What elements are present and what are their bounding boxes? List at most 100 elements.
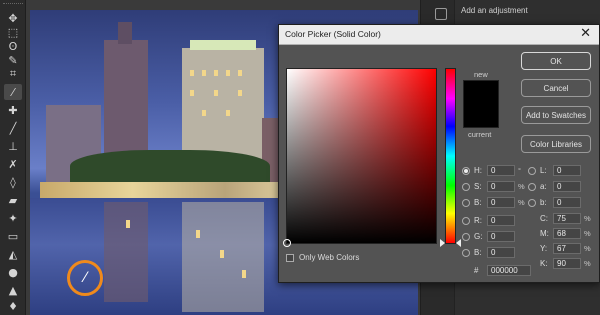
hue-slider-left-arrow-icon[interactable] bbox=[440, 239, 445, 247]
blur-tool-icon[interactable]: ✦ bbox=[4, 210, 22, 226]
a-channel-label: a: bbox=[540, 182, 547, 191]
cyan-spacer bbox=[528, 215, 536, 223]
color-marker[interactable] bbox=[283, 239, 291, 247]
only-web-colors-option[interactable]: Only Web Colors bbox=[286, 253, 359, 262]
hue-label: H: bbox=[474, 166, 482, 175]
yellow-label: Y: bbox=[540, 244, 548, 253]
crop-tool-icon[interactable]: ⌗ bbox=[4, 66, 22, 82]
clone-stamp-tool-icon[interactable]: ⊥ bbox=[4, 138, 22, 154]
saturation-radio[interactable] bbox=[462, 182, 470, 191]
brightness-label: B: bbox=[474, 198, 482, 207]
path-select-tool-icon[interactable]: ▲ bbox=[4, 282, 22, 298]
eyedropper-tool-icon[interactable]: ⁄ bbox=[4, 84, 22, 100]
blue-row: B: 0 bbox=[462, 247, 515, 258]
red-field[interactable]: 0 bbox=[487, 215, 515, 226]
reflection-light bbox=[242, 270, 246, 278]
gradient-tool-icon[interactable]: ▰ bbox=[4, 192, 22, 208]
lit-window bbox=[202, 70, 206, 76]
tower-spire bbox=[118, 22, 132, 44]
brightness-radio[interactable] bbox=[462, 198, 470, 207]
type-tool-icon[interactable]: ● bbox=[4, 264, 22, 280]
black-label: K: bbox=[540, 259, 548, 268]
current-color-label: current bbox=[468, 130, 492, 139]
saturation-row: S: 0 % bbox=[462, 181, 525, 192]
black-unit: % bbox=[584, 259, 591, 268]
lit-window bbox=[214, 70, 218, 76]
red-row: R: 0 bbox=[462, 215, 515, 226]
lit-window bbox=[238, 90, 242, 96]
green-label: G: bbox=[474, 232, 483, 241]
saturation-field[interactable]: 0 bbox=[487, 181, 515, 192]
b-channel-label: b: bbox=[540, 198, 547, 207]
b-channel-field[interactable]: 0 bbox=[553, 197, 581, 208]
lit-window bbox=[214, 90, 218, 96]
lit-window bbox=[190, 90, 194, 96]
add-to-swatches-button[interactable]: Add to Swatches bbox=[521, 106, 591, 124]
b-channel-row: b: 0 bbox=[528, 197, 581, 208]
brightness-field[interactable]: 0 bbox=[487, 197, 515, 208]
hue-field[interactable]: 0 bbox=[487, 165, 515, 176]
hue-slider-right-arrow-icon[interactable] bbox=[456, 239, 461, 247]
reflection-light bbox=[220, 250, 224, 258]
eraser-tool-icon[interactable]: ◊ bbox=[4, 174, 22, 190]
a-channel-field[interactable]: 0 bbox=[553, 181, 581, 192]
dialog-title: Color Picker (Solid Color) bbox=[285, 29, 381, 39]
black-row: K: 90 % bbox=[528, 258, 591, 269]
cancel-button[interactable]: Cancel bbox=[521, 79, 591, 97]
green-radio[interactable] bbox=[462, 232, 470, 241]
spot-heal-tool-icon[interactable]: ✚ bbox=[4, 102, 22, 118]
dodge-tool-icon[interactable]: ▭ bbox=[4, 228, 22, 244]
magenta-field[interactable]: 68 bbox=[553, 228, 581, 239]
saturation-brightness-field[interactable] bbox=[283, 68, 437, 247]
shape-tool-icon[interactable]: ♦ bbox=[4, 298, 22, 314]
hex-spacer bbox=[462, 267, 470, 275]
a-channel-row: a: 0 bbox=[528, 181, 581, 192]
hue-row: H: 0 ° bbox=[462, 165, 521, 176]
tower-reflection bbox=[104, 202, 148, 302]
blue-field[interactable]: 0 bbox=[487, 247, 515, 258]
red-label: R: bbox=[474, 216, 482, 225]
saturation-unit: % bbox=[518, 182, 525, 191]
close-icon[interactable]: ✕ bbox=[580, 27, 591, 41]
lit-window bbox=[226, 110, 230, 116]
hue-radio[interactable] bbox=[462, 166, 470, 175]
red-radio[interactable] bbox=[462, 216, 470, 225]
tools-panel: ✥ ⬚ ʘ ✎ ⌗ ⁄ ✚ ╱ ⊥ ✗ ◊ ▰ ✦ ▭ ◭ ● ▲ ♦ bbox=[0, 0, 26, 315]
reflection-light bbox=[196, 230, 200, 238]
add-adjustment-label: Add an adjustment bbox=[461, 6, 528, 15]
history-brush-tool-icon[interactable]: ✗ bbox=[4, 156, 22, 172]
magenta-spacer bbox=[528, 230, 536, 238]
dialog-titlebar[interactable]: Color Picker (Solid Color) ✕ bbox=[279, 25, 599, 45]
color-libraries-button[interactable]: Color Libraries bbox=[521, 135, 591, 153]
cyan-field[interactable]: 75 bbox=[553, 213, 581, 224]
lightness-row: L: 0 bbox=[528, 165, 581, 176]
ok-button[interactable]: OK bbox=[521, 52, 591, 70]
green-field[interactable]: 0 bbox=[487, 231, 515, 242]
reflection-light bbox=[126, 220, 130, 228]
magenta-label: M: bbox=[540, 229, 549, 238]
hue-slider[interactable] bbox=[440, 68, 461, 247]
black-field[interactable]: 90 bbox=[553, 258, 581, 269]
yellow-field[interactable]: 67 bbox=[553, 243, 581, 254]
yellow-spacer bbox=[528, 245, 536, 253]
lightness-field[interactable]: 0 bbox=[553, 165, 581, 176]
b-channel-radio[interactable] bbox=[528, 198, 536, 207]
lightness-radio[interactable] bbox=[528, 166, 536, 175]
history-panel-icon[interactable] bbox=[435, 8, 447, 20]
brush-tool-icon[interactable]: ╱ bbox=[4, 120, 22, 136]
cyan-unit: % bbox=[584, 214, 591, 223]
only-web-colors-checkbox[interactable] bbox=[286, 253, 294, 262]
only-web-colors-label: Only Web Colors bbox=[299, 253, 360, 262]
new-color-swatch bbox=[463, 80, 499, 128]
hex-field[interactable]: 000000 bbox=[487, 265, 531, 276]
photoshop-window: ✥ ⬚ ʘ ✎ ⌗ ⁄ ✚ ╱ ⊥ ✗ ◊ ▰ ✦ ▭ ◭ ● ▲ ♦ ⁄ Ad… bbox=[0, 0, 600, 315]
lit-window bbox=[226, 70, 230, 76]
magenta-row: M: 68 % bbox=[528, 228, 591, 239]
brightness-row: B: 0 % bbox=[462, 197, 525, 208]
pen-tool-icon[interactable]: ◭ bbox=[4, 246, 22, 262]
cyan-row: C: 75 % bbox=[528, 213, 591, 224]
black-spacer bbox=[528, 260, 536, 268]
blue-radio[interactable] bbox=[462, 248, 470, 257]
a-channel-radio[interactable] bbox=[528, 182, 536, 191]
toolbar-grip[interactable] bbox=[3, 3, 23, 6]
